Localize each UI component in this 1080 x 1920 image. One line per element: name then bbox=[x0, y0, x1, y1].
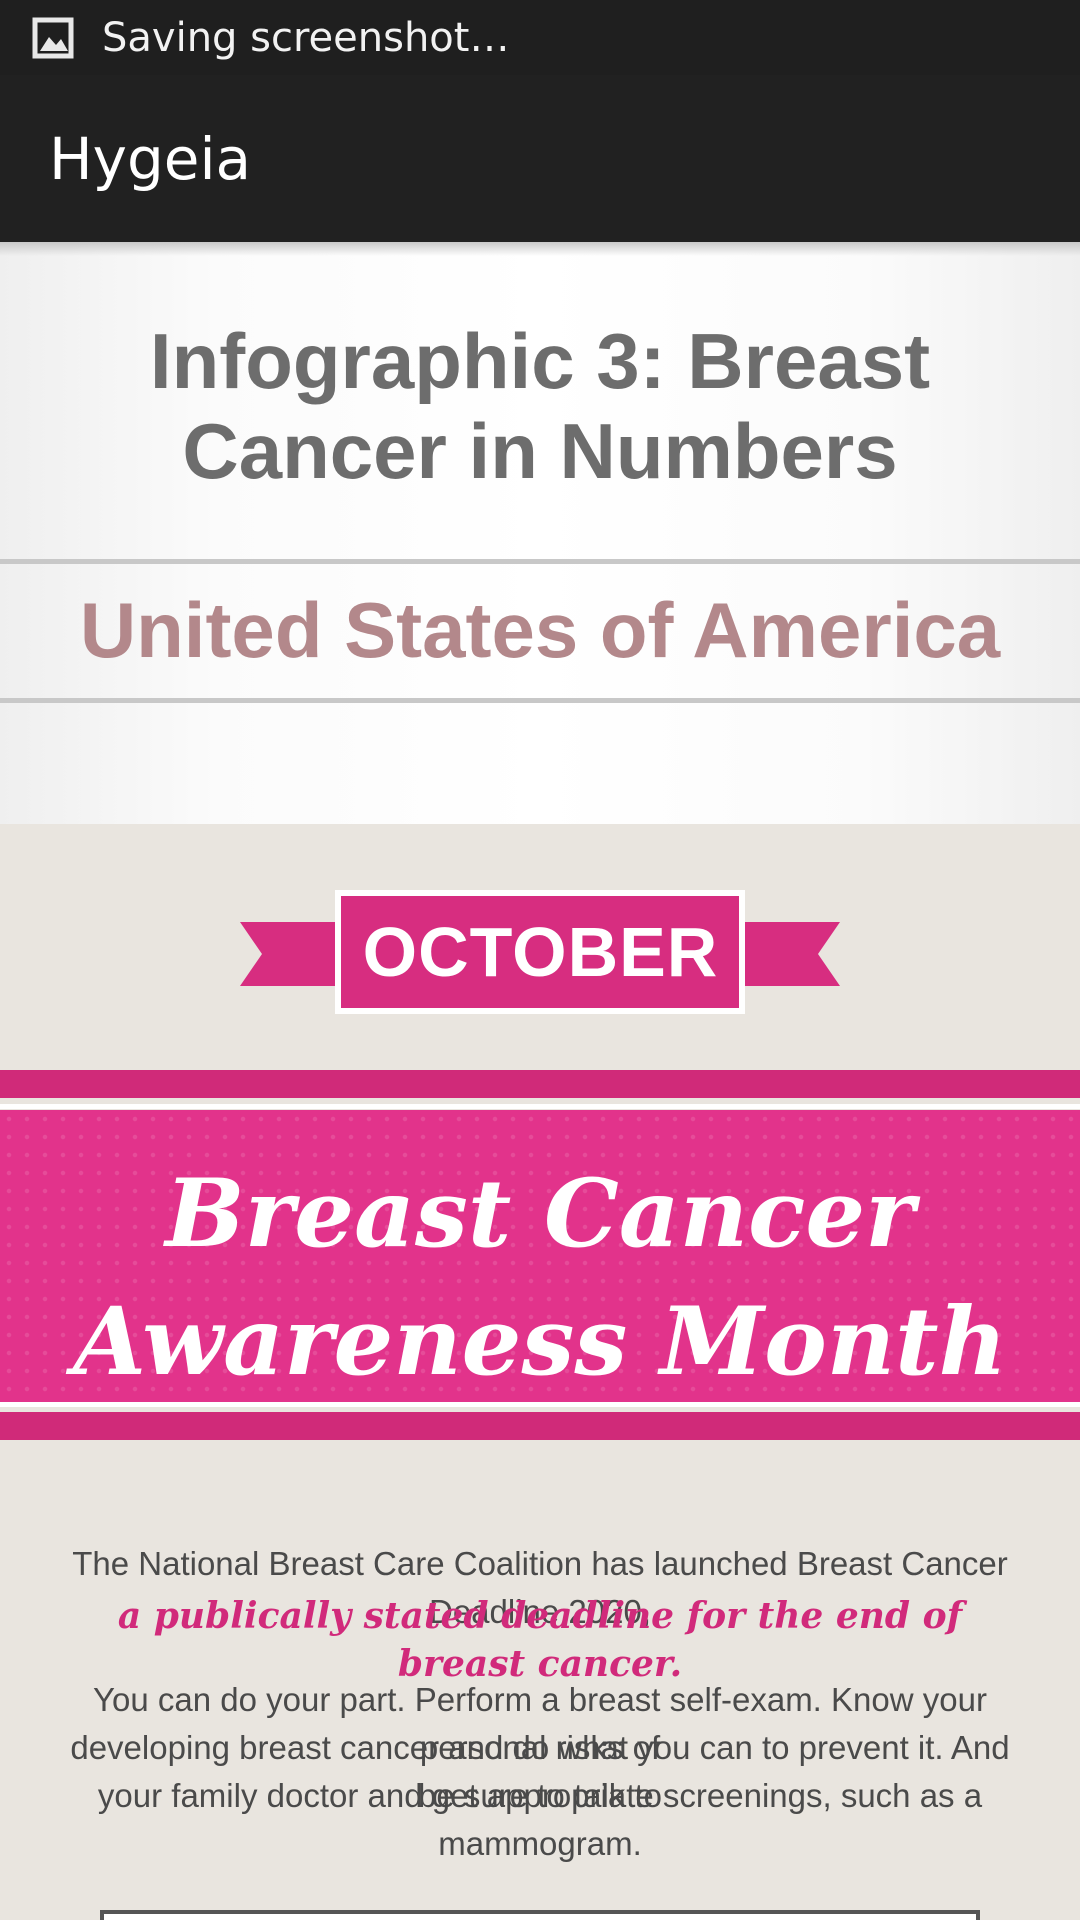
infographic-image[interactable]: OCTOBER Breast Cancer Awareness Month Th… bbox=[0, 824, 1080, 1920]
headline-line-1: Breast Cancer bbox=[165, 1159, 915, 1269]
band-top-stripe bbox=[0, 1070, 1080, 1098]
body-text-line-3: your family doctor and get appropriate s… bbox=[97, 1777, 983, 1862]
action-bar-shadow bbox=[0, 242, 1080, 256]
divider-bottom bbox=[0, 698, 1080, 703]
country-heading: United States of America bbox=[79, 586, 1001, 674]
page-title: Infographic 3: Breast Cancer in Numbers bbox=[149, 317, 931, 495]
band-bottom-stripe bbox=[0, 1412, 1080, 1440]
divider-top bbox=[0, 559, 1080, 564]
action-bar: Hygeia bbox=[0, 75, 1080, 242]
status-bar: Saving screenshot… bbox=[0, 0, 1080, 75]
band-top-white-line bbox=[0, 1104, 1080, 1109]
intro-accent-text: a publically stated deadline for the end… bbox=[117, 1595, 963, 1685]
app-title: Hygeia bbox=[49, 124, 252, 193]
status-notification-text: Saving screenshot… bbox=[102, 14, 510, 61]
band-bottom-white-line bbox=[0, 1402, 1080, 1407]
content-area[interactable]: Infographic 3: Breast Cancer in Numbers … bbox=[0, 242, 1080, 1920]
next-section-frame bbox=[100, 1910, 980, 1920]
headline-line-2: Awareness Month bbox=[73, 1287, 1007, 1397]
month-label: OCTOBER bbox=[362, 913, 719, 991]
image-icon bbox=[32, 17, 74, 58]
